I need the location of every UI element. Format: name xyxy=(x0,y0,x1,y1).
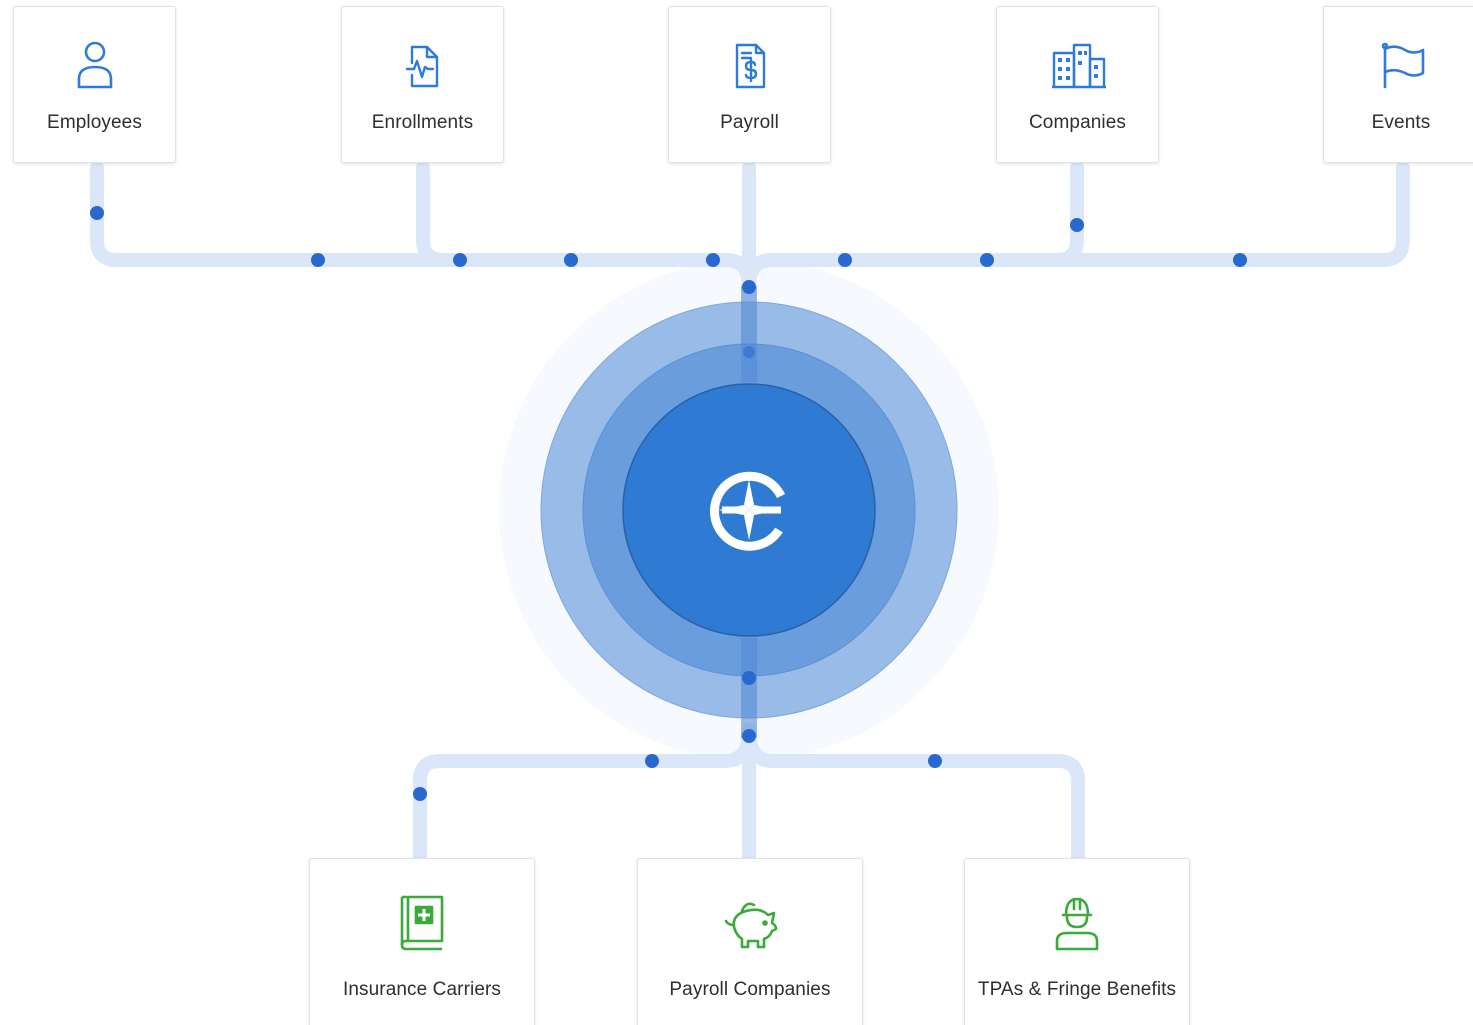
source-card-companies[interactable]: Companies xyxy=(996,6,1159,163)
document-pulse-icon xyxy=(393,41,453,91)
destination-card-insurance-carriers[interactable]: Insurance Carriers xyxy=(309,858,535,1025)
source-label: Enrollments xyxy=(371,112,474,133)
source-card-employees[interactable]: Employees xyxy=(13,6,176,163)
hub-channel-top xyxy=(741,286,757,382)
flag-icon xyxy=(1373,41,1433,91)
buildings-icon xyxy=(1048,41,1108,91)
hard-hat-worker-icon xyxy=(1047,893,1107,953)
flow-dot xyxy=(90,206,104,220)
invoice-dollar-icon xyxy=(720,41,780,91)
flow-dot xyxy=(1233,253,1247,267)
flow-dot xyxy=(1070,218,1084,232)
flow-dot xyxy=(742,280,756,294)
integration-diagram: Employees Enrollments Payroll Companies … xyxy=(0,0,1473,1025)
flow-dot xyxy=(742,671,756,685)
destination-label: Insurance Carriers xyxy=(342,979,502,1000)
piggy-bank-icon xyxy=(720,893,780,953)
bottom-flow-lines xyxy=(413,723,1085,865)
destination-card-payroll-companies[interactable]: Payroll Companies xyxy=(637,858,863,1025)
source-label: Employees xyxy=(47,112,142,133)
destination-label: TPAs & Fringe Benefits xyxy=(977,979,1177,1000)
flow-dot xyxy=(742,729,756,743)
flow-dot xyxy=(311,253,325,267)
destination-card-tpas-fringe-benefits[interactable]: TPAs & Fringe Benefits xyxy=(964,858,1190,1025)
flow-dot xyxy=(564,253,578,267)
source-label: Payroll xyxy=(720,112,779,133)
source-card-payroll[interactable]: Payroll xyxy=(668,6,831,163)
flow-dot xyxy=(413,787,427,801)
flow-dot xyxy=(743,346,755,358)
flow-dot xyxy=(980,253,994,267)
source-label: Companies xyxy=(1028,112,1126,133)
hub-channel-bottom xyxy=(741,638,757,738)
destination-label: Payroll Companies xyxy=(669,979,831,1000)
flow-dot xyxy=(645,754,659,768)
flow-dot xyxy=(453,253,467,267)
flow-dot xyxy=(706,253,720,267)
flow-dot xyxy=(928,754,942,768)
medical-book-icon xyxy=(392,893,452,953)
source-label: Events xyxy=(1371,112,1431,133)
person-icon xyxy=(65,41,125,91)
flow-dot xyxy=(838,253,852,267)
source-card-events[interactable]: Events xyxy=(1323,6,1473,163)
source-card-enrollments[interactable]: Enrollments xyxy=(341,6,504,163)
